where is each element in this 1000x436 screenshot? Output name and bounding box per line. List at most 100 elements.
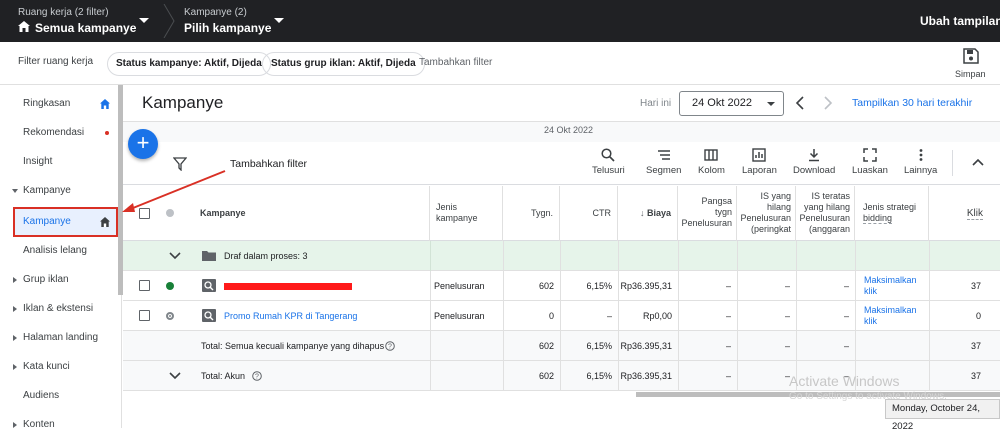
header-line: yang hilang [803,202,850,212]
chevron-down-icon[interactable] [169,372,181,380]
expand-tool[interactable]: Luaskan [852,148,888,176]
save-icon[interactable] [963,48,979,64]
search-impression-share-column-header[interactable]: Pangsa tygn Penelusuran [678,186,737,241]
bidding-strategy-link[interactable]: Maksimalkan klik [864,305,917,329]
impression-share-cell: – [725,311,731,321]
help-icon[interactable]: ? [385,341,395,351]
redacted-campaign-name [224,283,352,290]
total-campaigns-label: Total: Semua kecuali kampanye yang dihap… [201,341,385,351]
cost-cell: Rp36.395,31 [620,281,672,291]
download-tool[interactable]: Download [793,148,835,176]
sidebar-item-label: Audiens [23,390,60,401]
cost-column-header[interactable]: ↓ Biaya [618,186,678,241]
ctr-cell: 6,15% [586,281,612,291]
cost-total: Rp36.395,31 [620,341,672,351]
chevron-down-icon[interactable] [169,252,181,260]
cost-cell: Rp0,00 [642,311,672,321]
column-divider [430,271,431,391]
sidebar-item-insight[interactable]: Insight [0,148,118,176]
impressions-column-header[interactable]: Tygn. [503,186,560,241]
header-line: tygn [714,207,732,217]
row-checkbox[interactable] [139,280,150,291]
tool-label: Kolom [698,165,725,176]
more-tool[interactable]: Lainnya [904,148,937,176]
today-label: Hari ini [640,98,672,109]
bidding-strategy-column-header[interactable]: Jenis strategi bidding [855,186,929,241]
campaign-status-chip[interactable]: Status kampanye: Aktif, Dijeda [107,52,271,76]
impressions-total: 602 [538,371,554,381]
date-range-picker[interactable]: 24 Okt 2022 [679,91,784,116]
draft-row[interactable]: Draf dalam proses: 3 [123,241,1000,271]
adgroup-status-chip[interactable]: Status grup iklan: Aktif, Dijeda [262,52,425,76]
sidebar-item-label: Grup iklan [23,274,69,285]
date-tooltip: Monday, October 24, 2022 [885,399,1000,432]
bidding-line: klik [864,286,877,296]
bidding-strategy-link[interactable]: Maksimalkan klik [864,275,917,299]
home-icon [100,217,110,227]
sidebar-item-campaigns[interactable]: Kampanye [0,208,118,236]
sidebar-item-auction-insights[interactable]: Analisis lelang [0,237,118,265]
sidebar-item-keywords[interactable]: Kata kunci [0,353,118,381]
reports-tool[interactable]: Laporan [742,148,777,176]
enabled-status-dot [166,282,174,290]
campaign-selector[interactable]: Kampanye (2) Pilih kampanye [180,0,290,42]
campaign-count: Kampanye (2) [184,7,247,18]
home-icon [100,99,110,109]
clicks-column-header[interactable]: Klik [929,186,989,241]
table-row[interactable]: Penelusuran 602 6,15% Rp36.395,31 – – – … [123,271,1000,301]
campaign-picker-label: Pilih kampanye [184,21,272,35]
collapse-chevron-icon[interactable] [972,158,984,166]
lost-budget-cell: – [843,311,849,321]
table-row[interactable]: Promo Rumah KPR di Tangerang Penelusuran… [123,301,1000,331]
total-campaigns-row: Total: Semua kecuali kampanye yang dihap… [123,331,1000,361]
expand-caret-icon [13,277,17,283]
header-line: (anggaran [808,224,850,234]
home-icon [18,21,30,32]
ctr-cell: – [606,311,612,321]
sidebar-item-label: Halaman landing [23,332,99,343]
chevron-right-icon[interactable] [823,96,833,110]
breadcrumb-chevron-icon [163,4,175,38]
sidebar-item-label: Kampanye [23,185,71,196]
search-tool[interactable]: Telusuri [592,148,625,176]
sidebar-item-audiences[interactable]: Audiens [0,382,118,410]
workspace-filter-bar: Filter ruang kerja Status kampanye: Akti… [0,42,1000,85]
save-label[interactable]: Simpan [955,69,986,79]
expand-caret-icon [13,422,17,428]
change-view-button[interactable]: Ubah tampilan [920,14,1000,28]
sidebar-item-recommendations[interactable]: Rekomendasi [0,119,118,147]
campaign-name-link[interactable]: Promo Rumah KPR di Tangerang [224,301,357,331]
lost-top-is-budget-column-header[interactable]: IS teratas yang hilang Penelusuran (angg… [796,186,855,241]
help-icon[interactable]: ? [252,371,262,381]
sidebar-item-campaigns-group[interactable]: Kampanye [0,177,118,205]
chevron-left-icon[interactable] [795,96,805,110]
segment-tool[interactable]: Segmen [646,148,681,176]
sidebar-item-content[interactable]: Konten [0,411,118,428]
top-bar: Ruang kerja (2 filter) Semua kampanye Ka… [0,0,1000,42]
row-checkbox[interactable] [139,310,150,321]
workspace-dropdown-icon[interactable] [139,18,149,23]
header-line: Jenis [436,202,458,212]
segment-icon [657,150,670,160]
sidebar-item-overview[interactable]: Ringkasan [0,90,118,118]
column-divider [618,241,619,391]
bidding-line: klik [864,316,877,326]
campaign-type-column-header[interactable]: Jenis kampanye [430,186,503,241]
header-line: Penelusuran [681,218,732,228]
columns-tool[interactable]: Kolom [698,148,725,176]
bidding-line: Maksimalkan [864,275,917,285]
sidebar-item-ads[interactable]: Iklan & ekstensi [0,295,118,323]
campaign-dropdown-icon[interactable] [274,18,284,23]
sidebar-item-landing-pages[interactable]: Halaman landing [0,324,118,352]
folder-icon [202,251,216,261]
fullscreen-icon [863,148,877,162]
sidebar-item-ad-groups[interactable]: Grup iklan [0,266,118,294]
workspace-selector[interactable]: Ruang kerja (2 filter) Semua kampanye [0,0,160,42]
ctr-column-header[interactable]: CTR [560,186,618,241]
header-line: IS teratas [811,191,850,201]
add-filter-link[interactable]: Tambahkan filter [419,57,492,68]
show-last-30-days-link[interactable]: Tampilkan 30 hari terakhir [852,97,972,109]
lost-rank-cell: – [784,281,790,291]
lost-is-rank-column-header[interactable]: IS yang hilang Penelusuran (peringkat [737,186,796,241]
notification-dot [105,131,109,135]
